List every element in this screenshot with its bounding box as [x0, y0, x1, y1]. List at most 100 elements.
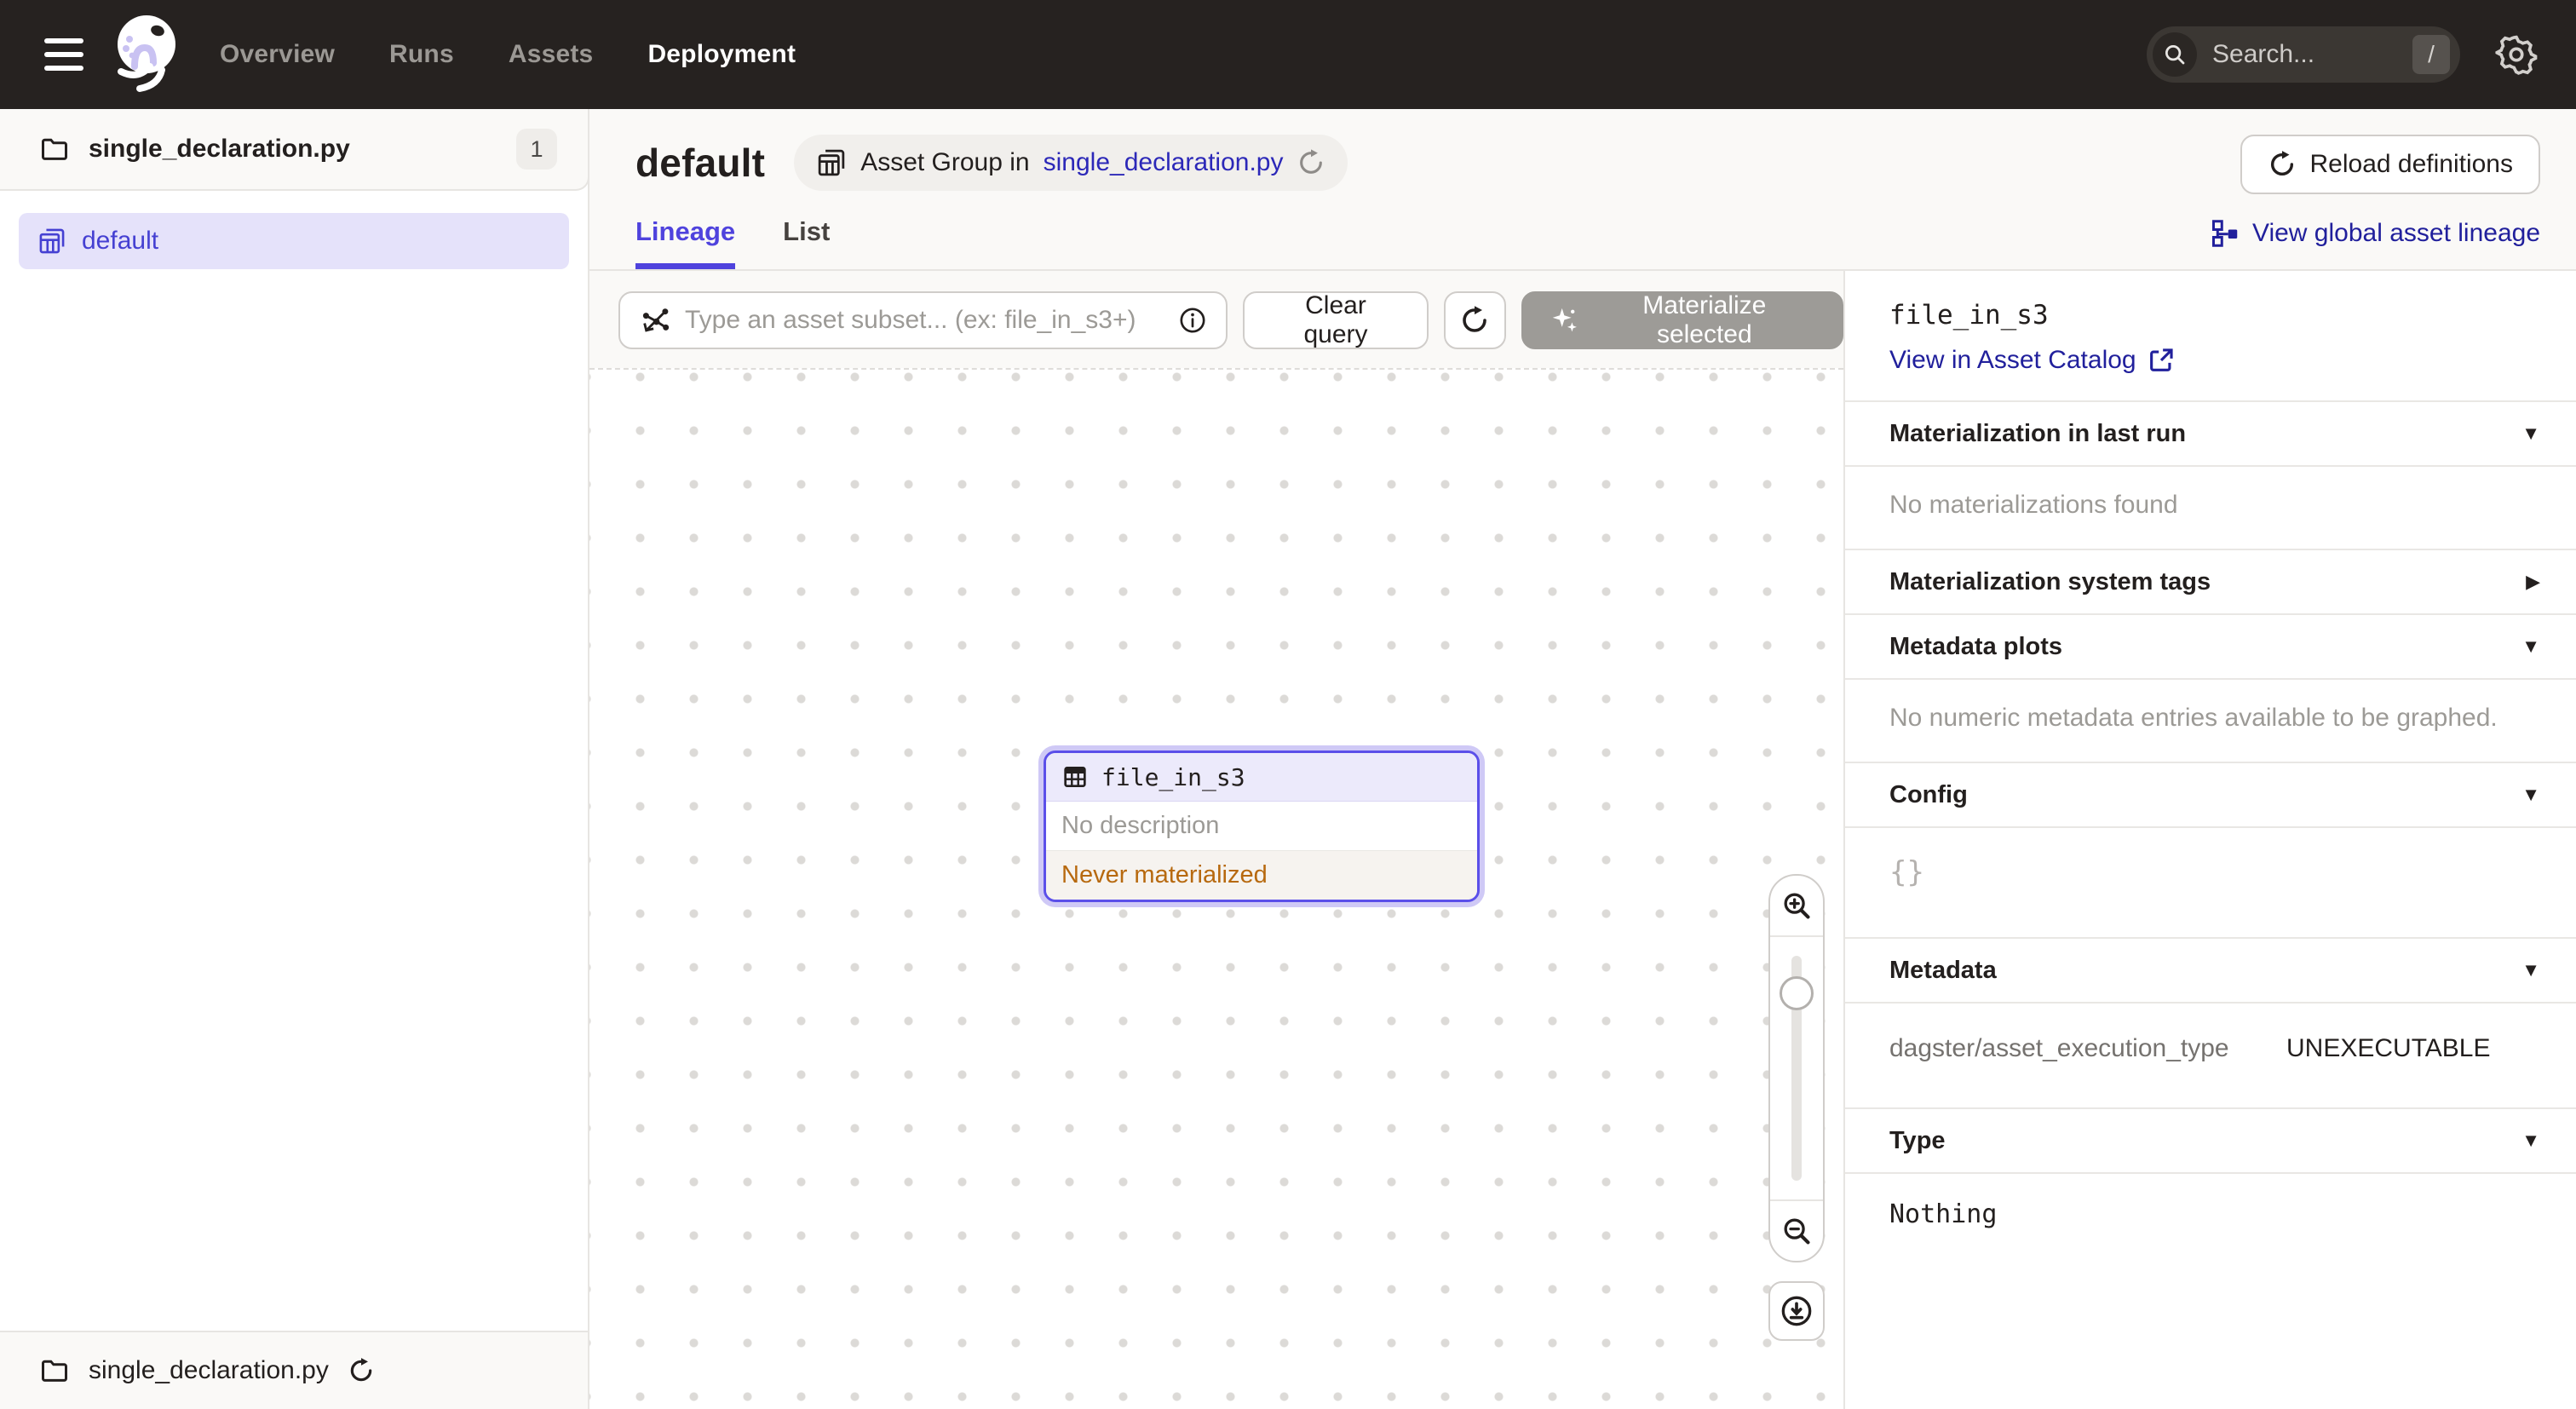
lineage-canvas[interactable]: file_in_s3 No description Never material…: [589, 368, 1843, 1409]
download-icon: [1780, 1294, 1814, 1328]
tab-lineage[interactable]: Lineage: [635, 216, 735, 269]
sidebar-footer: single_declaration.py: [0, 1331, 588, 1409]
zoom-controls: [1768, 874, 1825, 1341]
gear-icon[interactable]: [2494, 32, 2539, 77]
hamburger-menu-icon[interactable]: [44, 38, 83, 71]
materialize-selected-label: Materialize selected: [1593, 291, 1816, 349]
section-metadata-plots[interactable]: Metadata plots ▼: [1845, 613, 2576, 678]
main-area: default Asset Group in single_declaratio…: [589, 109, 2576, 1409]
section-title: Metadata: [1889, 957, 1997, 985]
section-title: Type: [1889, 1127, 1946, 1155]
info-icon[interactable]: [1178, 306, 1207, 335]
reload-icon: [2268, 150, 2297, 179]
panel-asset-name: file_in_s3: [1889, 300, 2542, 331]
refresh-icon[interactable]: [1297, 148, 1325, 177]
section-materialization-last-run[interactable]: Materialization in last run ▼: [1845, 400, 2576, 465]
repo-name: single_declaration.py: [89, 135, 497, 164]
search-icon: [2153, 32, 2197, 77]
asset-detail-panel: file_in_s3 View in Asset Catalog Materia…: [1843, 271, 2576, 1409]
tab-list[interactable]: List: [783, 216, 830, 269]
sidebar-item-default-group[interactable]: default: [19, 213, 569, 269]
nav-item-deployment[interactable]: Deployment: [647, 40, 796, 69]
external-link-icon: [2147, 346, 2176, 375]
reload-definitions-button[interactable]: Reload definitions: [2240, 135, 2541, 194]
chevron-down-icon: ▼: [2521, 635, 2540, 658]
section-materialization-system-tags[interactable]: Materialization system tags ▶: [1845, 549, 2576, 613]
chevron-right-icon: ▶: [2526, 571, 2540, 593]
nav-items: Overview Runs Assets Deployment: [220, 40, 796, 69]
asset-group-icon: [816, 147, 847, 178]
table-icon: [1061, 763, 1089, 791]
sidebar-item-label: default: [82, 227, 158, 256]
asset-node-file-in-s3[interactable]: file_in_s3 No description Never material…: [1044, 751, 1480, 902]
asset-query-box[interactable]: [618, 291, 1228, 349]
reload-definitions-label: Reload definitions: [2310, 150, 2514, 179]
metadata-row: dagster/asset_execution_type UNEXECUTABL…: [1845, 1002, 2576, 1107]
folder-icon: [39, 134, 70, 164]
asset-group-icon: [37, 227, 66, 256]
global-search[interactable]: /: [2147, 26, 2460, 83]
asset-count-badge: 1: [516, 129, 557, 170]
clear-query-button[interactable]: Clear query: [1243, 291, 1429, 349]
lineage-graph-icon: [2210, 218, 2240, 249]
nav-item-overview[interactable]: Overview: [220, 40, 335, 69]
chevron-down-icon: ▼: [2521, 1130, 2540, 1152]
chevron-down-icon: ▼: [2521, 784, 2540, 806]
section-title: Materialization system tags: [1889, 568, 2211, 596]
zoom-out-button[interactable]: [1770, 1199, 1823, 1261]
config-value: {}: [1845, 826, 2576, 937]
clear-query-label: Clear query: [1270, 291, 1401, 349]
metadata-plots-empty-state: No numeric metadata entries available to…: [1845, 678, 2576, 762]
sparkles-icon: [1549, 304, 1581, 336]
download-image-button[interactable]: [1768, 1281, 1825, 1341]
section-config[interactable]: Config ▼: [1845, 762, 2576, 826]
zoom-slider[interactable]: [1770, 937, 1823, 1199]
tabs-row: Lineage List View global asset lineage: [589, 194, 2576, 271]
sidebar-repo-item[interactable]: single_declaration.py 1: [0, 109, 589, 191]
global-lineage-label: View global asset lineage: [2252, 219, 2540, 248]
asset-subset-icon: [639, 304, 671, 336]
view-in-asset-catalog-link[interactable]: View in Asset Catalog: [1889, 346, 2542, 375]
sidebar: single_declaration.py 1 default single_d…: [0, 109, 589, 1409]
asset-node-header: file_in_s3: [1046, 753, 1477, 802]
materialization-empty-state: No materializations found: [1845, 465, 2576, 549]
refresh-graph-button[interactable]: [1444, 291, 1506, 349]
zoom-in-icon: [1780, 889, 1813, 922]
materialize-selected-button[interactable]: Materialize selected: [1521, 291, 1843, 349]
breadcrumb-repo-link[interactable]: single_declaration.py: [1044, 148, 1284, 177]
section-title: Metadata plots: [1889, 633, 2062, 661]
reload-repo-icon[interactable]: [348, 1357, 375, 1384]
asset-group-breadcrumb: Asset Group in single_declaration.py: [794, 135, 1348, 191]
folder-icon: [39, 1355, 70, 1386]
slash-shortcut-badge: /: [2412, 35, 2450, 74]
chevron-down-icon: ▼: [2521, 423, 2540, 445]
search-input[interactable]: [2197, 40, 2412, 69]
zoom-slider-knob[interactable]: [1780, 976, 1814, 1010]
asset-node-title: file_in_s3: [1101, 763, 1245, 791]
type-value: Nothing: [1845, 1172, 2576, 1263]
asset-node-description: No description: [1046, 802, 1477, 851]
section-metadata[interactable]: Metadata ▼: [1845, 937, 2576, 1002]
page-header: default Asset Group in single_declaratio…: [589, 109, 2576, 194]
top-nav-bar: Overview Runs Assets Deployment /: [0, 0, 2576, 109]
section-title: Config: [1889, 781, 1968, 809]
section-type[interactable]: Type ▼: [1845, 1107, 2576, 1172]
metadata-value: UNEXECUTABLE: [2286, 1034, 2491, 1063]
chevron-down-icon: ▼: [2521, 959, 2540, 981]
footer-repo-name: single_declaration.py: [89, 1356, 329, 1385]
section-title: Materialization in last run: [1889, 420, 2186, 448]
zoom-out-icon: [1780, 1215, 1813, 1247]
nav-item-runs[interactable]: Runs: [389, 40, 454, 69]
zoom-in-button[interactable]: [1770, 876, 1823, 937]
dagster-logo-icon[interactable]: [109, 10, 181, 99]
nav-item-assets[interactable]: Assets: [509, 40, 594, 69]
page-title: default: [635, 140, 765, 186]
catalog-link-label: View in Asset Catalog: [1889, 346, 2136, 375]
view-global-asset-lineage-link[interactable]: View global asset lineage: [2210, 218, 2540, 269]
asset-node-status: Never materialized: [1046, 851, 1477, 900]
refresh-icon: [1459, 305, 1490, 336]
dagster-app: Overview Runs Assets Deployment /: [0, 0, 2576, 1409]
metadata-key: dagster/asset_execution_type: [1889, 1034, 2286, 1063]
asset-query-input[interactable]: [685, 306, 1164, 335]
breadcrumb-prefix: Asset Group in: [860, 148, 1029, 177]
